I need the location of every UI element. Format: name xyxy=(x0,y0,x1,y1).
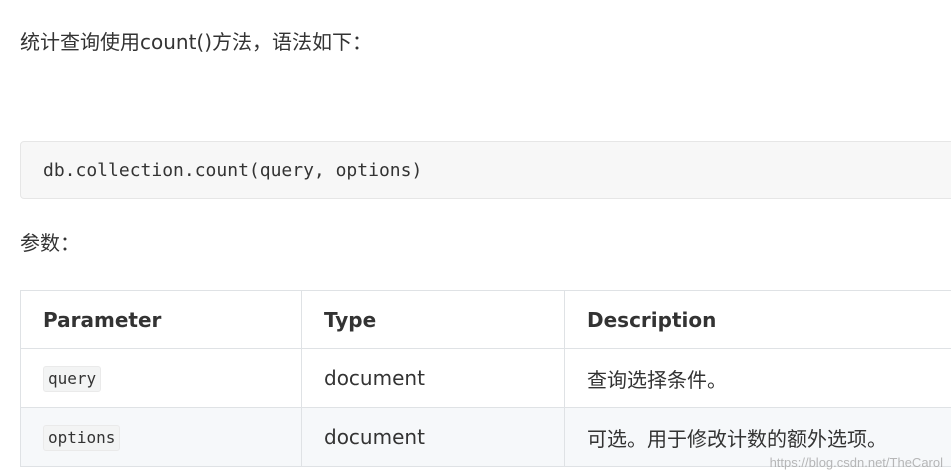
code-block: db.collection.count(query, options) xyxy=(20,141,951,199)
table-row: query document 查询选择条件。 xyxy=(20,348,951,408)
header-parameter: Parameter xyxy=(20,290,302,349)
header-type: Type xyxy=(301,290,565,349)
param-cell: query xyxy=(20,348,302,408)
type-cell: document xyxy=(301,348,565,408)
intro-paragraph: 统计查询使用count()方法，语法如下： xyxy=(20,30,373,54)
table-header-row: Parameter Type Description xyxy=(20,290,951,349)
params-heading: 参数： xyxy=(20,231,80,255)
description-cell: 查询选择条件。 xyxy=(564,348,951,408)
parameters-table: Parameter Type Description query documen… xyxy=(20,290,951,467)
param-name-code: query xyxy=(43,365,102,392)
type-cell: document xyxy=(301,407,565,467)
header-description: Description xyxy=(564,290,951,349)
param-name-code: options xyxy=(43,424,121,451)
param-cell: options xyxy=(20,407,302,467)
code-text: db.collection.count(query, options) xyxy=(43,160,423,181)
watermark-text: https://blog.csdn.net/TheCarol xyxy=(769,455,943,470)
